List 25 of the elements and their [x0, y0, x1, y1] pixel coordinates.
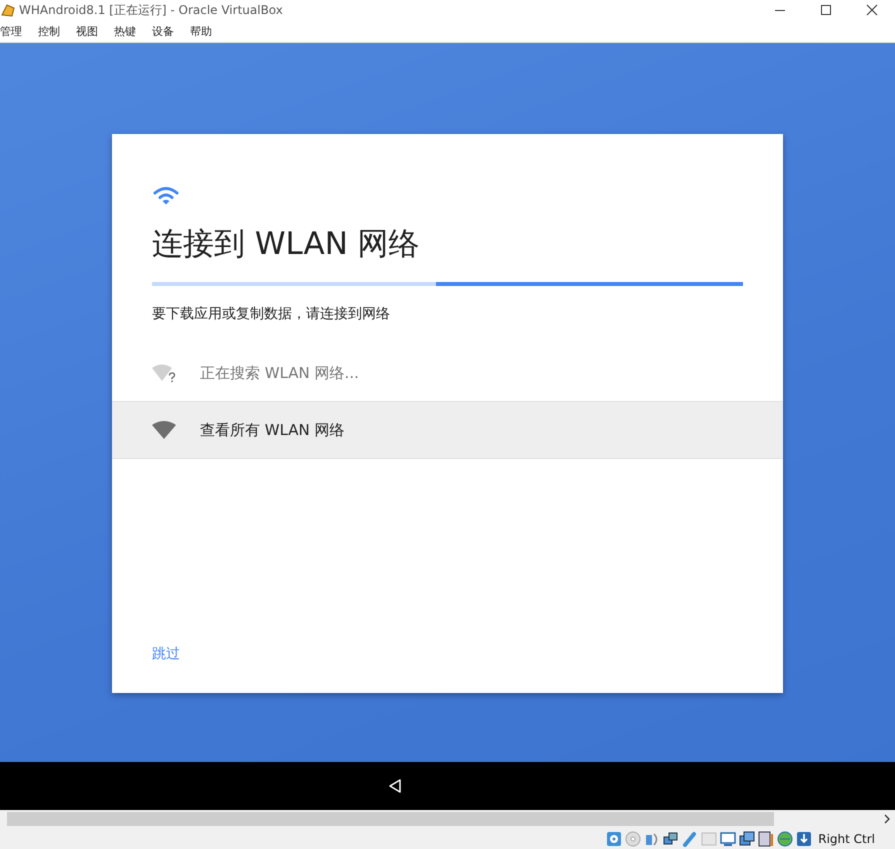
scrollbar-thumb[interactable] — [7, 812, 774, 826]
app-icon — [1, 3, 15, 17]
menu-item[interactable]: 设备 — [152, 24, 174, 38]
list-item[interactable]: 查看所有 WLAN 网络 — [112, 402, 783, 459]
menu-item[interactable]: 控制 — [38, 24, 60, 38]
wifi-icon — [151, 420, 177, 440]
menu-item[interactable]: 热键 — [114, 24, 136, 38]
network-icon[interactable] — [663, 830, 680, 846]
display-icon[interactable] — [720, 830, 736, 846]
setup-title: 连接到 WLAN 网络 — [152, 225, 420, 264]
menu-item[interactable]: 帮助 — [190, 24, 212, 38]
list-item-label: 查看所有 WLAN 网络 — [200, 420, 345, 440]
host-key-label: Right Ctrl — [818, 832, 875, 846]
window-title: WHAndroid8.1 [正在运行] - Oracle VirtualBox — [19, 2, 283, 18]
list-item-label: 正在搜索 WLAN 网络... — [200, 364, 359, 382]
back-icon[interactable] — [387, 778, 403, 794]
menu-item[interactable]: 视图 — [76, 24, 98, 38]
skip-link[interactable]: 跳过 — [152, 646, 180, 662]
setup-subtitle: 要下载应用或复制数据，请连接到网络 — [152, 305, 390, 323]
menu-item[interactable]: 管理 — [0, 24, 22, 38]
wifi-icon — [152, 186, 180, 206]
download-icon[interactable] — [796, 830, 812, 846]
wifi-question-icon — [151, 363, 177, 383]
windows-icon[interactable] — [739, 830, 756, 846]
globe-icon[interactable] — [777, 830, 794, 846]
